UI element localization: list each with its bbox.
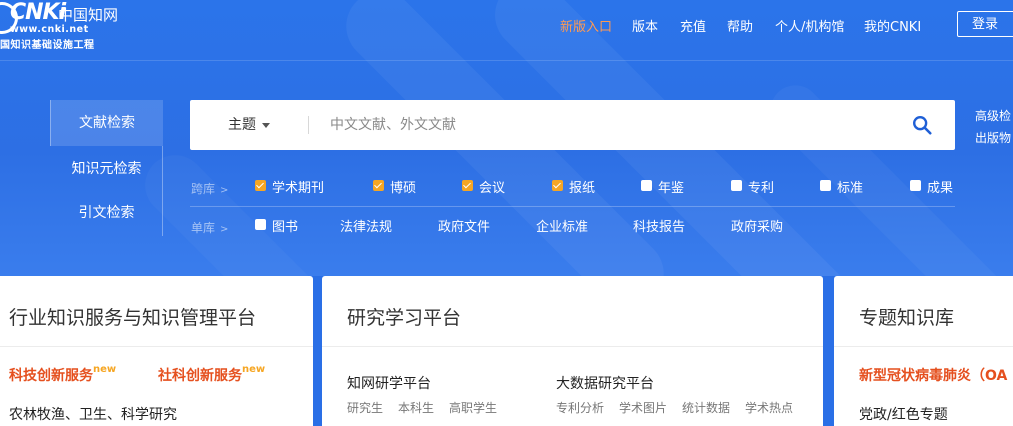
publication-search-link[interactable]: 出版物: [975, 129, 1011, 146]
card-title: 行业知识服务与知识管理平台: [9, 307, 257, 329]
card-divider: [834, 346, 1013, 347]
link-party-topic[interactable]: 党政/红色专题: [859, 404, 948, 424]
checkbox-label: 成果: [927, 181, 954, 196]
chevron-right-icon: >: [220, 224, 229, 235]
link-patent-analysis[interactable]: 专利分析: [556, 399, 604, 416]
checkbox-unchecked-icon[interactable]: [255, 219, 266, 230]
library-link-tech-reports[interactable]: 科技报告: [633, 216, 685, 235]
link-cnki-research-platform[interactable]: 知网研学平台: [347, 373, 431, 393]
logo-chinese-name: 中国知网: [58, 6, 119, 24]
search-field-select[interactable]: 主题: [228, 100, 256, 150]
side-tab-divider: [162, 146, 163, 236]
search-separator: [308, 116, 309, 134]
search-bar: 主题: [190, 100, 955, 150]
link-social-science-innovation[interactable]: 社科创新服务new: [158, 364, 266, 385]
site-header: CNKi 中国知网 www.cnki.net 国知识基础设施工程 新版入口 版本…: [0, 0, 1013, 52]
link-vocational-student[interactable]: 高职学生: [449, 399, 497, 416]
search-icon[interactable]: [911, 114, 933, 136]
checkbox-checked-icon[interactable]: [552, 180, 563, 191]
link-label: 科技创新服务: [9, 368, 93, 384]
tab-knowledge-element-search[interactable]: 知识元检索: [50, 146, 163, 192]
checkbox-unchecked-icon[interactable]: [820, 180, 831, 191]
checkbox-label: 报纸: [569, 181, 596, 196]
nav-my-cnki[interactable]: 我的CNKI: [864, 16, 921, 35]
nav-personal-institution[interactable]: 个人/机构馆: [775, 16, 844, 35]
cross-library-label: 跨库 >: [191, 180, 228, 197]
library-row-divider: [190, 206, 955, 207]
login-button[interactable]: 登录: [957, 11, 1013, 37]
industry-list[interactable]: 农林牧渔、卫生、科学研究: [9, 404, 177, 424]
single-library-label-text: 单库: [191, 221, 216, 235]
library-link-government-docs[interactable]: 政府文件: [438, 216, 490, 235]
card-title: 研究学习平台: [347, 307, 462, 329]
checkbox-checked-icon[interactable]: [462, 180, 473, 191]
tab-citation-search[interactable]: 引文检索: [50, 190, 163, 236]
checkbox-checked-icon[interactable]: [373, 180, 384, 191]
link-big-data-platform[interactable]: 大数据研究平台: [556, 373, 654, 393]
library-link-enterprise-standards[interactable]: 企业标准: [536, 216, 588, 235]
link-tech-innovation[interactable]: 科技创新服务new: [9, 364, 117, 385]
nav-version[interactable]: 版本: [632, 16, 658, 35]
chevron-right-icon: >: [220, 185, 229, 196]
card-divider: [0, 346, 313, 347]
checkbox-label: 图书: [272, 220, 299, 235]
link-academic-hotspots[interactable]: 学术热点: [745, 399, 793, 416]
search-input[interactable]: [320, 110, 900, 140]
decorative-stripe: [133, 143, 388, 276]
new-badge: new: [93, 364, 117, 376]
link-label: 社科创新服务: [158, 368, 242, 384]
logo-wordmark: CNKi: [10, 0, 66, 25]
nav-recharge[interactable]: 充值: [680, 16, 706, 35]
logo-url: www.cnki.net: [10, 24, 89, 35]
card-title: 专题知识库: [859, 307, 955, 329]
nav-new-version[interactable]: 新版入口: [560, 16, 612, 35]
checkbox-unchecked-icon[interactable]: [731, 180, 742, 191]
checkbox-label: 博硕: [390, 181, 417, 196]
checkbox-label: 专利: [748, 181, 775, 196]
checkbox-label: 年鉴: [658, 181, 685, 196]
link-undergraduate[interactable]: 本科生: [398, 399, 434, 416]
checkbox-label: 标准: [837, 181, 864, 196]
link-statistics[interactable]: 统计数据: [682, 399, 730, 416]
checkbox-unchecked-icon[interactable]: [641, 180, 652, 191]
link-covid-topic[interactable]: 新型冠状病毒肺炎（OA: [859, 365, 1007, 385]
logo-subtitle: 国知识基础设施工程: [0, 40, 95, 51]
cnki-logo[interactable]: CNKi 中国知网 www.cnki.net 国知识基础设施工程: [0, 0, 130, 52]
chevron-down-icon[interactable]: [262, 123, 270, 128]
new-badge: new: [242, 364, 266, 376]
tab-literature-search[interactable]: 文献检索: [50, 100, 163, 146]
link-academic-images[interactable]: 学术图片: [619, 399, 667, 416]
single-library-label: 单库 >: [191, 219, 228, 236]
cross-library-label-text: 跨库: [191, 182, 216, 196]
link-graduate[interactable]: 研究生: [347, 399, 383, 416]
checkbox-label: 学术期刊: [272, 181, 325, 196]
checkbox-checked-icon[interactable]: [255, 180, 266, 191]
header-divider: [0, 60, 1013, 61]
card-divider: [322, 346, 823, 347]
checkbox-label: 会议: [479, 181, 506, 196]
nav-help[interactable]: 帮助: [727, 16, 753, 35]
library-link-laws[interactable]: 法律法规: [340, 216, 392, 235]
checkbox-unchecked-icon[interactable]: [910, 180, 921, 191]
advanced-search-link[interactable]: 高级检: [975, 107, 1011, 124]
library-link-gov-procurement[interactable]: 政府采购: [731, 216, 783, 235]
